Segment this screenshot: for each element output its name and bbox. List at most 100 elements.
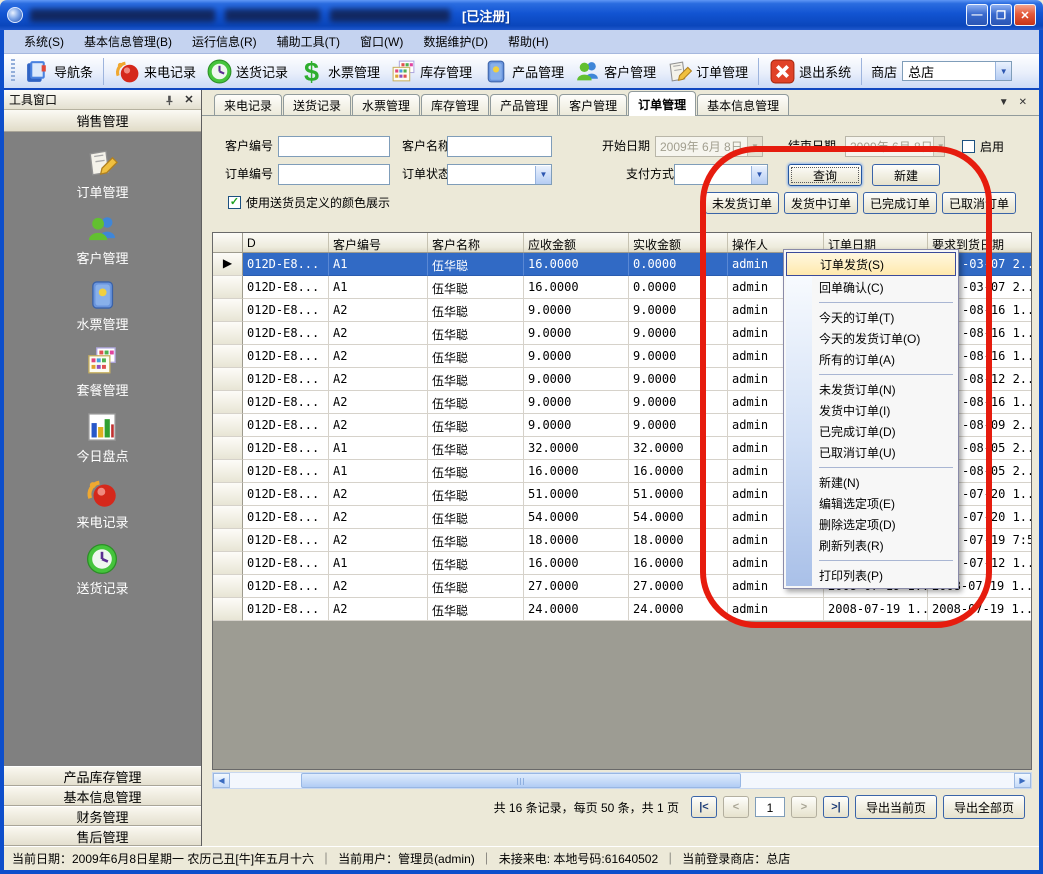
tab-水票管理[interactable]: 水票管理 [352, 94, 420, 115]
context-menu-item-打印列表(P)[interactable]: 打印列表(P) [786, 565, 956, 586]
export-all-pages-button[interactable]: 导出全部页 [943, 795, 1025, 819]
maximize-button[interactable]: ❐ [990, 4, 1012, 26]
row-selector[interactable]: ▶ [213, 253, 243, 276]
sidebar-item-客户管理[interactable]: 客户管理 [76, 212, 128, 267]
context-menu-item-删除选定项(D)[interactable]: 删除选定项(D) [786, 514, 956, 535]
row-selector[interactable] [213, 322, 243, 345]
export-current-page-button[interactable]: 导出当前页 [855, 795, 937, 819]
context-menu-item-发货中订单(I)[interactable]: 发货中订单(I) [786, 400, 956, 421]
customer-no-input[interactable] [278, 136, 390, 157]
chevron-down-icon[interactable]: ▼ [999, 97, 1009, 108]
tab-来电记录[interactable]: 来电记录 [214, 94, 282, 115]
chevron-down-icon[interactable]: ▼ [995, 62, 1011, 80]
row-selector[interactable] [213, 276, 243, 299]
column-header-实收金额[interactable]: 实收金额 [629, 233, 728, 252]
context-menu-item-所有的订单(A)[interactable]: 所有的订单(A) [786, 349, 956, 370]
tab-订单管理[interactable]: 订单管理 [628, 91, 696, 116]
next-page-button[interactable]: > [791, 796, 817, 818]
shop-combobox[interactable]: 总店▼ [902, 61, 1012, 81]
chevron-down-icon[interactable]: ▼ [933, 137, 945, 156]
menubar-item[interactable]: 辅助工具(T) [267, 30, 350, 53]
chevron-down-icon[interactable]: ▼ [747, 137, 762, 156]
sidebar-item-水票管理[interactable]: 水票管理 [76, 278, 128, 333]
table-row[interactable]: 012D-E8...A2伍华聪24.000024.0000admin2008-0… [213, 598, 1031, 621]
sidebar-section-sales[interactable]: 销售管理 [4, 110, 201, 132]
scroll-left-icon[interactable]: ◀ [213, 773, 230, 788]
row-selector[interactable] [213, 552, 243, 575]
close-icon[interactable]: ✕ [1019, 97, 1027, 108]
row-selector[interactable] [213, 598, 243, 621]
tab-库存管理[interactable]: 库存管理 [421, 94, 489, 115]
toolbar-button-客户管理[interactable]: 客户管理 [569, 56, 661, 87]
tab-送货记录[interactable]: 送货记录 [283, 94, 351, 115]
tool-window-close-icon[interactable]: ✕ [182, 93, 196, 107]
new-button[interactable]: 新建 [872, 164, 940, 186]
row-selector[interactable] [213, 414, 243, 437]
context-menu-item-未发货订单(N)[interactable]: 未发货订单(N) [786, 379, 956, 400]
toolbar-button-送货记录[interactable]: 送货记录 [201, 56, 293, 87]
order-status-select[interactable]: ▼ [447, 164, 552, 185]
column-header-客户编号[interactable]: 客户编号 [329, 233, 428, 252]
minimize-button[interactable]: — [966, 4, 988, 26]
tab-基本信息管理[interactable]: 基本信息管理 [697, 94, 789, 115]
context-menu-item-新建(N)[interactable]: 新建(N) [786, 472, 956, 493]
context-menu-item-已完成订单(D)[interactable]: 已完成订单(D) [786, 421, 956, 442]
context-menu-item-刷新列表(R)[interactable]: 刷新列表(R) [786, 535, 956, 556]
menubar-item[interactable]: 基本信息管理(B) [74, 30, 182, 53]
status-filter-button-已取消订单[interactable]: 已取消订单 [942, 192, 1016, 214]
query-button[interactable]: 查询 [788, 164, 862, 186]
scrollbar-track[interactable] [230, 773, 1014, 788]
context-menu-item-今天的发货订单(O)[interactable]: 今天的发货订单(O) [786, 328, 956, 349]
context-menu-item-编辑选定项(E)[interactable]: 编辑选定项(E) [786, 493, 956, 514]
chevron-down-icon[interactable]: ▼ [751, 166, 767, 184]
close-button[interactable]: ✕ [1014, 4, 1036, 26]
row-selector[interactable] [213, 345, 243, 368]
context-menu-item-已取消订单(U)[interactable]: 已取消订单(U) [786, 442, 956, 463]
toolbar-button-来电记录[interactable]: 来电记录 [109, 56, 201, 87]
row-selector[interactable] [213, 529, 243, 552]
page-number-input[interactable]: 1 [755, 797, 785, 817]
toolbar-button-产品管理[interactable]: 产品管理 [477, 56, 569, 87]
last-page-button[interactable]: >| [823, 796, 849, 818]
column-header-selector[interactable] [213, 233, 243, 252]
toolbar-button-导航条[interactable]: 导航条 [19, 56, 98, 87]
menubar-item[interactable]: 帮助(H) [498, 30, 559, 53]
context-menu-item-今天的订单(T)[interactable]: 今天的订单(T) [786, 307, 956, 328]
horizontal-scrollbar[interactable]: ◀ ▶ [212, 772, 1032, 789]
sidebar-item-套餐管理[interactable]: 套餐管理 [76, 344, 128, 399]
row-selector[interactable] [213, 437, 243, 460]
sidebar-section-基本信息管理[interactable]: 基本信息管理 [4, 786, 201, 806]
chevron-down-icon[interactable]: ▼ [535, 166, 551, 184]
column-header-D[interactable]: D [243, 233, 329, 252]
scroll-right-icon[interactable]: ▶ [1014, 773, 1031, 788]
color-checkbox[interactable]: ✓ [228, 196, 241, 209]
status-filter-button-未发货订单[interactable]: 未发货订单 [705, 192, 779, 214]
toolbar-grip[interactable] [11, 59, 15, 83]
row-selector[interactable] [213, 299, 243, 322]
status-filter-button-发货中订单[interactable]: 发货中订单 [784, 192, 858, 214]
row-selector[interactable] [213, 575, 243, 598]
row-selector[interactable] [213, 506, 243, 529]
menubar-item[interactable]: 数据维护(D) [413, 30, 498, 53]
menubar-item[interactable]: 运行信息(R) [182, 30, 267, 53]
menubar-item[interactable]: 系统(S) [14, 30, 74, 53]
column-header-应收金额[interactable]: 应收金额 [524, 233, 629, 252]
status-filter-button-已完成订单[interactable]: 已完成订单 [863, 192, 937, 214]
prev-page-button[interactable]: < [723, 796, 749, 818]
sidebar-section-财务管理[interactable]: 财务管理 [4, 806, 201, 826]
row-selector[interactable] [213, 483, 243, 506]
toolbar-button-库存管理[interactable]: 库存管理 [385, 56, 477, 87]
column-header-客户名称[interactable]: 客户名称 [428, 233, 524, 252]
sidebar-item-今日盘点[interactable]: 今日盘点 [76, 410, 128, 465]
toolbar-button-退出系统[interactable]: 退出系统 [764, 56, 856, 87]
end-date-picker[interactable]: 2009年 6月 8日 ▼ [845, 136, 945, 157]
row-selector[interactable] [213, 391, 243, 414]
tab-产品管理[interactable]: 产品管理 [490, 94, 558, 115]
tab-客户管理[interactable]: 客户管理 [559, 94, 627, 115]
sidebar-item-来电记录[interactable]: 来电记录 [76, 476, 128, 531]
row-selector[interactable] [213, 460, 243, 483]
menubar-item[interactable]: 窗口(W) [350, 30, 413, 53]
sidebar-section-产品库存管理[interactable]: 产品库存管理 [4, 766, 201, 786]
sidebar-item-送货记录[interactable]: 送货记录 [76, 542, 128, 597]
first-page-button[interactable]: |< [691, 796, 717, 818]
